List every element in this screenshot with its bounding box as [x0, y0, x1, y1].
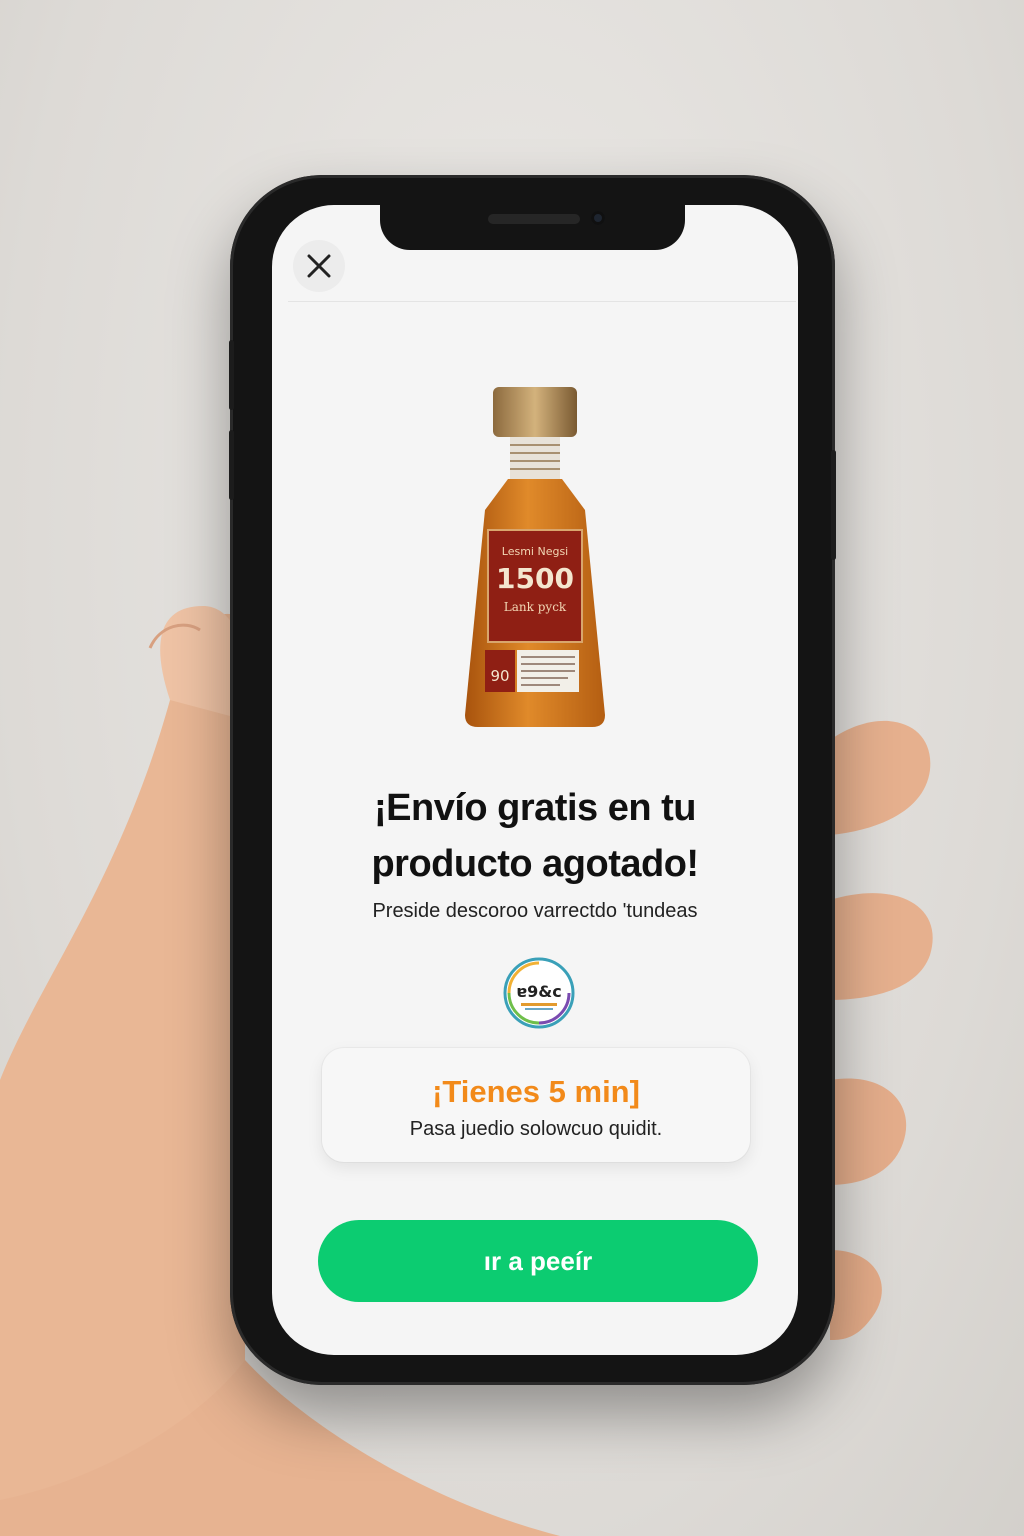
volume-button — [229, 340, 234, 410]
bottle-label-sub: Lank pyck — [504, 600, 567, 614]
bottle-label-top: Lesmi Negsi — [502, 545, 568, 558]
headline-line-2: producto agotado! — [371, 843, 699, 885]
bottle-label-number: 1500 — [496, 562, 574, 595]
subtitle: Preside descoroo varrectdo 'tundeas — [372, 900, 698, 922]
brand-logo: ɐ9&c — [503, 957, 575, 1029]
headline: ¡Envío gratis en tu producto agotado! — [290, 780, 780, 892]
power-button — [831, 450, 836, 560]
product-bottle-image: Lesmi Negsi 1500 Lank pyck 90 — [465, 387, 605, 727]
timer-card: ¡Tienes 5 min] Pasa juedio solowcuo quid… — [322, 1048, 750, 1162]
timer-title: ¡Tienes 5 min] — [432, 1074, 640, 1109]
svg-text:ɐ9&c: ɐ9&c — [516, 982, 561, 1001]
close-button[interactable] — [293, 240, 345, 292]
header-divider — [288, 301, 796, 302]
volume-button — [229, 430, 234, 500]
speaker — [488, 214, 580, 224]
close-icon — [307, 254, 331, 278]
cta-button[interactable]: ır a peeír — [318, 1220, 758, 1302]
headline-line-1: ¡Envío gratis en tu — [374, 787, 696, 829]
front-camera — [591, 211, 605, 225]
bottle-badge-number: 90 — [490, 667, 509, 685]
timer-subtitle: Pasa juedio solowcuo quidit. — [409, 1118, 663, 1140]
notch — [380, 205, 685, 250]
